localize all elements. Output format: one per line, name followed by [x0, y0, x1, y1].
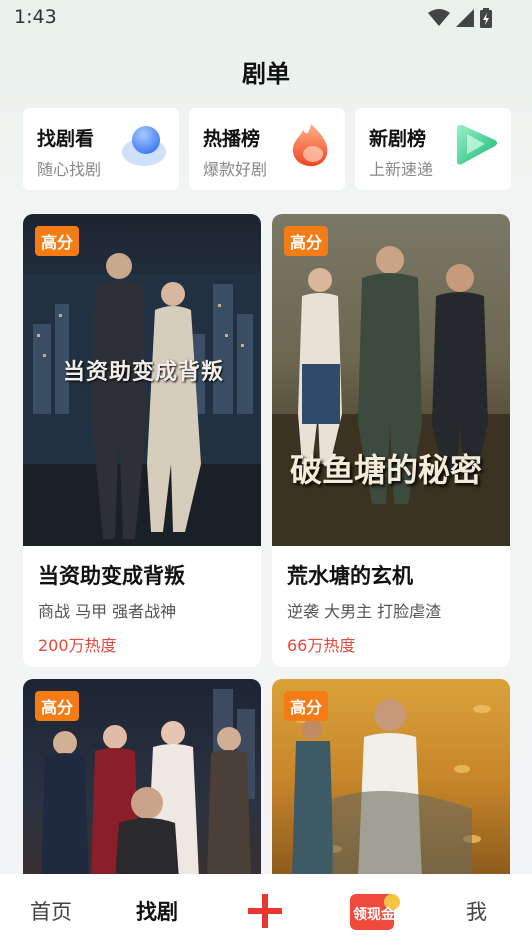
woman-figure — [298, 268, 342, 464]
category-name: 找剧看 — [37, 128, 95, 150]
status-icons — [428, 8, 492, 28]
drama-title: 荒水塘的玄机 — [287, 564, 413, 588]
score-badge: 高分 — [284, 226, 329, 256]
drama-card[interactable]: 高分 — [23, 679, 261, 879]
pond-poster-illustration — [272, 246, 510, 546]
drama-card[interactable]: 高分 当资助变成背叛 当资助变成背叛 商战 马甲 强者战神 200万热度 — [23, 214, 261, 667]
battery-icon — [480, 8, 492, 28]
drama-card[interactable]: 高分 破鱼塘的秘密 荒水塘的玄机 逆袭 大男主 打脸虐渣 66万热度 — [272, 214, 510, 667]
category-sub: 随心找剧 — [37, 160, 102, 179]
drama-poster: 高分 — [272, 679, 510, 879]
category-name: 热播榜 — [203, 128, 261, 150]
category-hot-ranking[interactable]: 热播榜 爆款好剧 — [189, 108, 345, 190]
blue-circle-icon — [122, 126, 166, 166]
nav-home[interactable]: 首页 — [30, 896, 72, 926]
score-badge: 高分 — [35, 691, 80, 721]
reward-label: 领现金 — [353, 907, 395, 923]
score-badge: 高分 — [35, 226, 80, 256]
score-badge: 高分 — [284, 691, 329, 721]
drama-card[interactable]: 高分 — [272, 679, 510, 879]
drama-tags: 逆袭 大男主 打脸虐渣 — [287, 602, 442, 621]
status-bar: 1:43 — [0, 0, 532, 36]
nav-find[interactable]: 找剧 — [136, 896, 178, 926]
flame-icon — [292, 124, 328, 167]
category-find-drama[interactable]: 找剧看 随心找剧 — [23, 108, 179, 190]
signal-icon — [456, 9, 474, 27]
poster-title-text: 当资助变成背叛 — [63, 360, 225, 385]
nav-add-button[interactable] — [246, 892, 284, 930]
page-title: 剧单 — [242, 60, 290, 88]
drama-heat: 200万热度 — [38, 636, 117, 655]
category-row: 找剧看 随心找剧 热播榜 爆款好剧 新剧榜 上新速递 — [23, 108, 511, 190]
nav-reward-button[interactable]: 领现金 — [346, 890, 402, 934]
drama-heat: 66万热度 — [287, 636, 356, 655]
play-triangle-icon — [457, 124, 497, 165]
drama-poster: 高分 当资助变成背叛 — [23, 214, 261, 546]
poster-title-text: 破鱼塘的秘密 — [290, 451, 483, 489]
status-time: 1:43 — [14, 6, 57, 28]
nav-me[interactable]: 我 — [466, 896, 487, 926]
drama-poster: 高分 破鱼塘的秘密 — [272, 214, 510, 546]
category-sub: 爆款好剧 — [203, 160, 268, 179]
wifi-icon — [428, 9, 450, 26]
bottom-nav: 首页 找剧 领现金 我 — [0, 874, 532, 946]
category-name: 新剧榜 — [369, 128, 427, 150]
plus-icon — [248, 894, 282, 928]
category-new-ranking[interactable]: 新剧榜 上新速递 — [355, 108, 511, 190]
drama-tags: 商战 马甲 强者战神 — [38, 602, 177, 621]
drama-poster: 高分 — [23, 679, 261, 879]
drama-title: 当资助变成背叛 — [38, 564, 185, 588]
category-sub: 上新速递 — [369, 160, 434, 179]
